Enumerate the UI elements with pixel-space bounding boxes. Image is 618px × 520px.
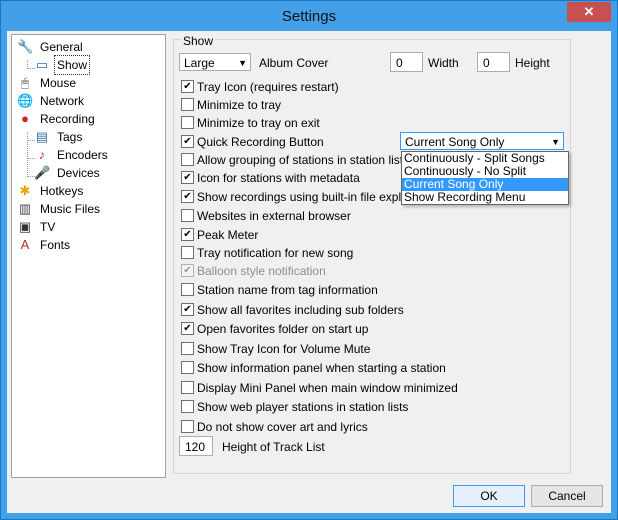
checkbox-unchecked[interactable]	[181, 98, 194, 111]
ok-button[interactable]: OK	[453, 485, 525, 507]
checkbox-label: Quick Recording Button	[197, 135, 324, 149]
settings-category-tree[interactable]: 🔧 General ▭ Show 🖱 Mouse 🌐 Network ● Recording ▤ Ta…	[11, 34, 166, 478]
record-icon: ●	[21, 111, 29, 126]
tree-item-label: Fonts	[40, 238, 71, 252]
dialog-body: 🔧 General ▭ Show 🖱 Mouse 🌐 Network ● Recording ▤ Ta…	[7, 31, 611, 513]
checkbox-checked[interactable]	[181, 135, 194, 148]
window-title: Settings	[281, 8, 337, 25]
checkbox-label: Show recordings using built-in file expl…	[197, 190, 423, 204]
album-cover-size-select[interactable]: Large ▼	[179, 53, 251, 71]
checkbox-unchecked[interactable]	[181, 342, 194, 355]
checkbox-unchecked[interactable]	[181, 209, 194, 222]
quick-recording-mode-select[interactable]: Current Song Only ▼	[400, 132, 564, 150]
encoder-icon: ♪	[38, 147, 46, 162]
window-icon: ▭	[35, 57, 49, 72]
checkbox-label: Minimize to tray on exit	[197, 116, 320, 130]
checkbox-label: Icon for stations with metadata	[197, 171, 360, 185]
checkbox-checked[interactable]	[181, 322, 194, 335]
cover-height-input[interactable]: 0	[477, 52, 510, 72]
track-list-height-input[interactable]: 120	[179, 436, 213, 456]
tree-item-label: General	[40, 40, 83, 54]
tree-item-label: Encoders	[57, 148, 108, 162]
height-label: Height	[515, 56, 550, 70]
chevron-down-icon: ▼	[238, 58, 247, 68]
checkbox-checked[interactable]	[181, 303, 194, 316]
chevron-down-icon: ▼	[551, 137, 560, 147]
checkbox-unchecked[interactable]	[181, 381, 194, 394]
checkbox-label: Tray notification for new song	[197, 246, 354, 260]
network-icon: 🌐	[17, 93, 34, 108]
checkbox-label: Show Tray Icon for Volume Mute	[197, 342, 371, 356]
checkbox-unchecked[interactable]	[181, 153, 194, 166]
quick-recording-selected-value: Current Song Only	[405, 135, 505, 149]
microphone-icon: 🎤	[34, 165, 51, 180]
tree-item-label: Mouse	[40, 76, 77, 90]
checkbox-unchecked[interactable]	[181, 400, 194, 413]
tree-item-label: TV	[40, 220, 56, 234]
tree-item-label: Music Files	[40, 202, 101, 216]
close-button[interactable]: ✕	[567, 2, 611, 22]
checkbox-label: Minimize to tray	[197, 98, 282, 112]
cover-width-input[interactable]: 0	[390, 52, 423, 72]
checkbox-unchecked[interactable]	[181, 420, 194, 433]
checkbox-label: Peak Meter	[197, 228, 259, 242]
checkbox-checked	[181, 264, 194, 277]
checkbox-label: Balloon style notification	[197, 264, 326, 278]
settings-window: Settings ✕ 🔧 General ▭ Show 🖱 Mouse 🌐 Network ● R…	[0, 0, 618, 520]
checkbox-unchecked[interactable]	[181, 361, 194, 374]
tree-item-label: Hotkeys	[40, 184, 84, 198]
checkbox-checked[interactable]	[181, 80, 194, 93]
quick-recording-options-list[interactable]: Continuously - Split Songs Continuously -…	[401, 151, 569, 205]
title-bar[interactable]: Settings ✕	[1, 1, 617, 31]
width-label: Width	[428, 56, 459, 70]
cancel-button[interactable]: Cancel	[531, 485, 603, 507]
checkbox-unchecked[interactable]	[181, 283, 194, 296]
tree-item-label: Devices	[57, 166, 100, 180]
checkbox-unchecked[interactable]	[181, 116, 194, 129]
checkbox-label: Show information panel when starting a s…	[197, 361, 446, 375]
album-cover-size-value: Large	[184, 56, 215, 70]
group-label: Show	[181, 34, 216, 48]
album-cover-label: Album Cover	[259, 56, 329, 70]
tree-item-label: Tags	[57, 130, 83, 144]
tree-item-label: Recording	[40, 112, 95, 126]
checkbox-checked[interactable]	[181, 228, 194, 241]
checkbox-label: Display Mini Panel when main window mini…	[197, 381, 458, 395]
tag-list-icon: ▤	[35, 129, 49, 144]
tree-item-label: Show	[53, 55, 91, 75]
checkbox-label: Show web player stations in station list…	[197, 400, 409, 414]
checkbox-label: Open favorites folder on start up	[197, 322, 369, 336]
mouse-icon: 🖱	[21, 75, 29, 90]
fonts-icon: A	[20, 237, 30, 252]
wrench-icon: 🔧	[17, 39, 34, 54]
tree-item-label: Network	[40, 94, 85, 108]
hotkeys-icon: ✱	[19, 183, 31, 198]
checkbox-label: Allow grouping of stations in station li…	[197, 153, 404, 167]
checkbox-label: Tray Icon (requires restart)	[197, 80, 339, 94]
dropdown-option[interactable]: Show Recording Menu	[402, 191, 568, 204]
track-list-height-label: Height of Track List	[222, 440, 325, 454]
tv-icon: ▣	[18, 219, 32, 234]
checkbox-label: Do not show cover art and lyrics	[197, 420, 368, 434]
checkbox-unchecked[interactable]	[181, 246, 194, 259]
checkbox-label: Show all favorites including sub folders	[197, 303, 404, 317]
tree-connector	[27, 132, 28, 177]
checkbox-checked[interactable]	[181, 171, 194, 184]
music-files-icon: ▥	[18, 201, 32, 216]
checkbox-label: Station name from tag information	[197, 283, 378, 297]
checkbox-label: Websites in external browser	[197, 209, 351, 223]
checkbox-checked[interactable]	[181, 190, 194, 203]
